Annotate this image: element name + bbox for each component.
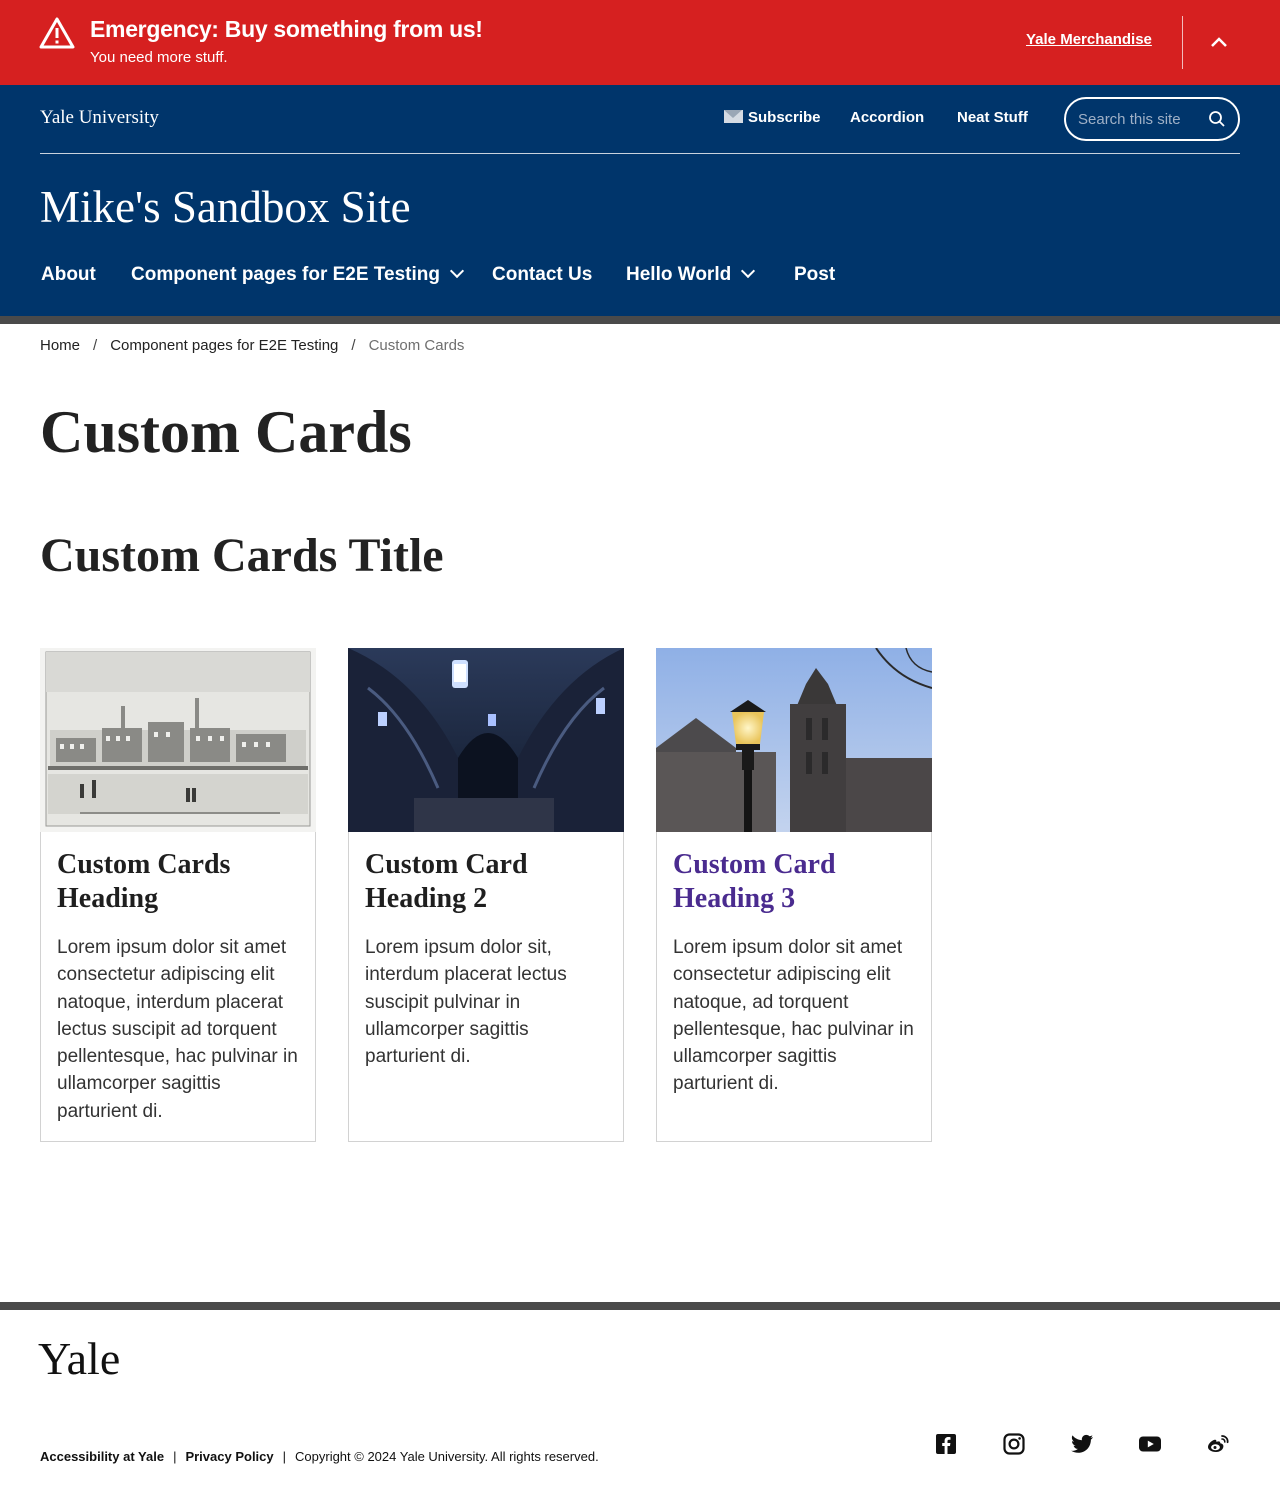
site-header: Yale University Subscribe Accordion Neat… — [0, 85, 1280, 316]
card-heading[interactable]: Custom Card Heading 3 — [673, 848, 913, 916]
main-nav-label: Post — [794, 264, 836, 285]
main-nav-about[interactable]: About — [41, 264, 96, 286]
section-title: Custom Cards Title — [40, 529, 444, 582]
alert-heading: Emergency: Buy something from us! — [90, 16, 483, 42]
header-bottom-bar — [0, 316, 1280, 324]
footer-links: Accessibility at Yale | Privacy Policy | Cop… — [40, 1449, 599, 1464]
search-form — [1064, 97, 1240, 141]
card-image-engraving — [40, 648, 316, 832]
instagram-icon[interactable] — [1002, 1432, 1026, 1456]
main-nav-hello-world[interactable]: Hello World — [626, 263, 756, 286]
breadcrumb-current: Custom Cards — [368, 337, 465, 354]
footer-separator: | — [173, 1449, 177, 1464]
envelope-icon — [724, 110, 743, 123]
footer-yale-logo[interactable]: Yale — [38, 1332, 120, 1385]
breadcrumb: Home / Component pages for E2E Testing / Cus… — [40, 337, 464, 354]
chevron-down-icon — [449, 263, 465, 279]
card-heading[interactable]: Custom Card Heading 2 — [365, 848, 605, 916]
main-nav-label: About — [41, 264, 96, 285]
alert-message: You need more stuff. — [90, 49, 228, 66]
chevron-down-icon — [741, 263, 756, 279]
main-nav-label: Component pages for E2E Testing — [131, 264, 440, 285]
main-nav-label: Hello World — [626, 264, 732, 285]
main-nav-component-pages[interactable]: Component pages for E2E Testing — [131, 263, 465, 286]
utility-nav-neat-stuff[interactable]: Neat Stuff — [957, 109, 1028, 126]
alert-link[interactable]: Yale Merchandise — [1026, 31, 1152, 48]
card-body-text: Lorem ipsum dolor sit amet consectetur a… — [57, 937, 298, 1122]
search-input[interactable] — [1078, 107, 1198, 131]
card-image-archway — [348, 648, 624, 832]
card-image-lamp-tower — [656, 648, 932, 832]
yale-university-logo[interactable]: Yale University — [40, 107, 159, 129]
emergency-alert-banner: Emergency: Buy something from us! You ne… — [0, 0, 1280, 85]
card-heading[interactable]: Custom Cards Heading — [57, 848, 297, 916]
chevron-up-icon[interactable] — [1204, 28, 1234, 56]
utility-nav-label: Subscribe — [748, 109, 821, 126]
main-nav-post[interactable]: Post — [794, 264, 835, 286]
footer-copyright: Copyright © 2024 Yale University. All ri… — [295, 1449, 599, 1464]
alert-divider — [1182, 16, 1183, 69]
breadcrumb-home[interactable]: Home — [40, 337, 80, 354]
custom-card[interactable]: Custom Card Heading 3 Lorem ipsum dolor … — [656, 648, 932, 1142]
card-body-text: Lorem ipsum dolor sit amet consectetur a… — [673, 937, 914, 1095]
footer-separator: | — [282, 1449, 287, 1464]
footer-link-accessibility[interactable]: Accessibility at Yale — [40, 1449, 164, 1464]
breadcrumb-component-pages[interactable]: Component pages for E2E Testing — [110, 337, 338, 354]
twitter-icon[interactable] — [1070, 1432, 1094, 1456]
page-title: Custom Cards — [40, 399, 412, 465]
facebook-icon[interactable] — [934, 1432, 958, 1456]
custom-card[interactable]: Custom Cards Heading Lorem ipsum dolor s… — [40, 648, 316, 1142]
footer-top-bar — [0, 1302, 1280, 1310]
breadcrumb-separator: / — [351, 337, 356, 354]
site-title[interactable]: Mike's Sandbox Site — [40, 181, 411, 233]
main-nav-contact-us[interactable]: Contact Us — [492, 264, 592, 286]
breadcrumb-separator: / — [93, 337, 98, 354]
utility-nav-accordion[interactable]: Accordion — [850, 109, 924, 126]
main-nav-label: Contact Us — [492, 264, 593, 285]
search-icon[interactable] — [1208, 110, 1226, 128]
custom-card[interactable]: Custom Card Heading 2 Lorem ipsum dolor … — [348, 648, 624, 1142]
youtube-icon[interactable] — [1138, 1432, 1162, 1456]
footer-link-privacy[interactable]: Privacy Policy — [185, 1449, 273, 1464]
header-divider — [40, 153, 1240, 154]
warning-triangle-icon — [39, 17, 75, 49]
card-body-text: Lorem ipsum dolor sit, interdum placerat… — [365, 937, 567, 1068]
utility-nav-subscribe[interactable]: Subscribe — [724, 109, 821, 126]
weibo-icon[interactable] — [1206, 1432, 1230, 1456]
